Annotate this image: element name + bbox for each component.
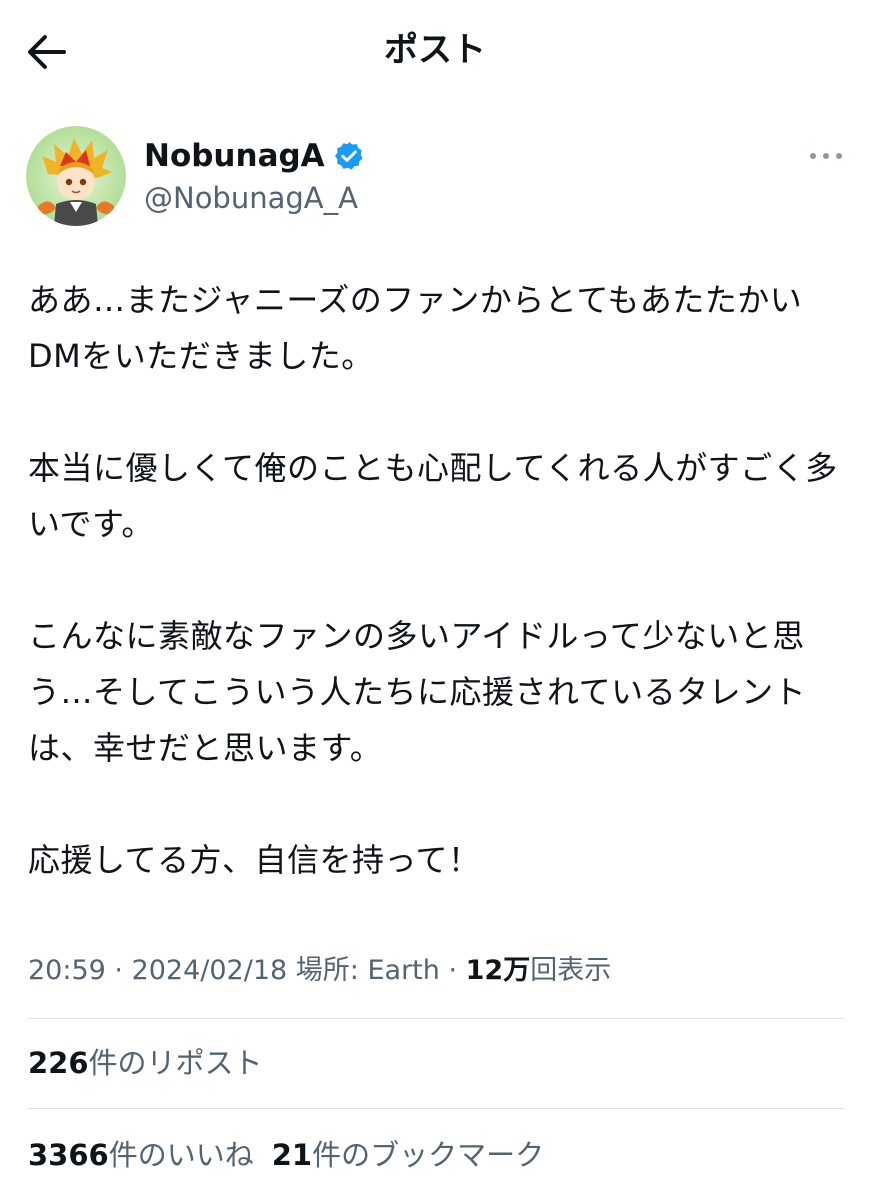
reposts-count: 226: [28, 1046, 89, 1080]
divider: [28, 1108, 844, 1109]
tweet-meta: 20:59 · 2024/02/18 場所: Earth · 12万回表示: [28, 946, 844, 996]
reposts-row: 226件のリポスト: [28, 1038, 844, 1088]
tweet-paragraph: こんなに素敵なファンの多いアイドルって少ないと思う…そしてこういう人たちに応援さ…: [28, 617, 807, 767]
meta-separator: ·: [105, 955, 132, 986]
views-count: 12万: [465, 955, 531, 986]
more-options-button[interactable]: [806, 144, 846, 168]
avatar-illustration-icon: [26, 126, 126, 226]
page-title: ポスト: [384, 30, 486, 70]
more-dots-icon: [810, 153, 842, 159]
tweet-time[interactable]: 20:59: [28, 955, 106, 986]
verified-badge-icon: [334, 142, 363, 170]
avatar[interactable]: [26, 126, 126, 226]
tweet-paragraph: 応援してる方、自信を持って！: [28, 841, 481, 879]
likes-bookmarks-row: 3366件のいいね 21件のブックマーク: [28, 1130, 844, 1180]
top-bar: ポスト: [0, 0, 870, 100]
meta-separator: ·: [439, 955, 466, 986]
display-name[interactable]: NobunagA: [144, 136, 325, 176]
likes-count: 3366: [28, 1138, 109, 1172]
bookmarks-stat[interactable]: 21件のブックマーク: [272, 1138, 544, 1172]
tweet-paragraph: 本当に優しくて俺のことも心配してくれる人がすごく多いです。: [28, 449, 838, 543]
likes-label: 件のいいね: [108, 1138, 254, 1172]
author-row: NobunagA @NobunagA_A: [26, 126, 846, 226]
views-label: 回表示: [530, 955, 612, 986]
likes-stat[interactable]: 3366件のいいね: [28, 1138, 254, 1172]
location-label: 場所:: [295, 955, 368, 986]
tweet-paragraph: ああ…またジャニーズのファンからとてもあたたかいDMをいただきました。: [28, 281, 803, 375]
reposts-label: 件のリポスト: [88, 1046, 263, 1080]
location: Earth: [367, 955, 440, 986]
handle[interactable]: @NobunagA_A: [144, 178, 358, 218]
divider: [28, 1018, 844, 1019]
display-name-row[interactable]: NobunagA: [144, 136, 365, 176]
bookmarks-label: 件のブックマーク: [312, 1138, 545, 1172]
bookmarks-count: 21: [271, 1138, 313, 1172]
tweet-text: ああ…またジャニーズのファンからとてもあたたかいDMをいただきました。 本当に優…: [28, 272, 844, 888]
tweet-date[interactable]: 2024/02/18: [132, 955, 288, 986]
reposts-stat[interactable]: 226件のリポスト: [28, 1046, 263, 1080]
